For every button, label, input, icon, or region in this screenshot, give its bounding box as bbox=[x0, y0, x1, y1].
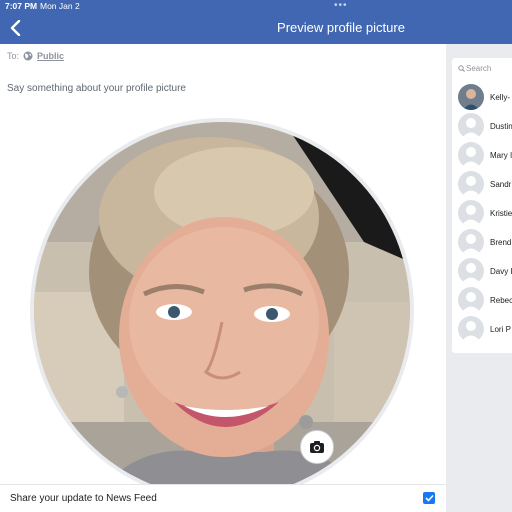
compose-pane: To: Public Say something about your prof… bbox=[0, 44, 446, 512]
avatar bbox=[458, 258, 484, 284]
contacts-panel: Search Kelly- Dustin Mary I Sandr Kristi… bbox=[452, 58, 512, 353]
avatar bbox=[458, 142, 484, 168]
contact-name: Mary I bbox=[490, 150, 512, 160]
audience-value[interactable]: Public bbox=[37, 51, 64, 61]
avatar bbox=[458, 229, 484, 255]
top-bar: 7:07 PM Mon Jan 2 ••• Preview profile pi… bbox=[0, 0, 512, 44]
profile-picture bbox=[34, 122, 410, 498]
page-title: Preview profile picture bbox=[277, 20, 405, 35]
contact-name: Kelly- bbox=[490, 92, 511, 102]
status-date: Mon Jan 2 bbox=[40, 1, 80, 11]
profile-picture-frame bbox=[30, 118, 414, 502]
globe-icon bbox=[23, 51, 33, 61]
avatar bbox=[458, 200, 484, 226]
contact-item[interactable]: Sandr bbox=[458, 171, 512, 197]
contact-name: Rebec bbox=[490, 295, 512, 305]
contacts-sidebar: Search Kelly- Dustin Mary I Sandr Kristi… bbox=[446, 44, 512, 512]
contact-item[interactable]: Brend bbox=[458, 229, 512, 255]
contact-item[interactable]: Davy I bbox=[458, 258, 512, 284]
contact-name: Davy I bbox=[490, 266, 512, 276]
status-time: 7:07 PM bbox=[5, 1, 38, 11]
contact-name: Kristie bbox=[490, 208, 512, 218]
contact-item[interactable]: Mary I bbox=[458, 142, 512, 168]
contact-item[interactable]: Dustin bbox=[458, 113, 512, 139]
contact-item[interactable]: Kelly- bbox=[458, 84, 512, 110]
share-to-news-feed-row[interactable]: Share your update to News Feed bbox=[0, 484, 446, 512]
contact-name: Dustin bbox=[490, 121, 512, 131]
back-button[interactable] bbox=[6, 18, 26, 38]
avatar bbox=[458, 84, 484, 110]
contact-item[interactable]: Kristie bbox=[458, 200, 512, 226]
camera-icon bbox=[310, 441, 324, 453]
search-placeholder: Search bbox=[466, 64, 492, 73]
change-photo-button[interactable] bbox=[300, 430, 334, 464]
share-checkbox[interactable] bbox=[423, 492, 435, 504]
chevron-left-icon bbox=[10, 20, 21, 36]
audience-prefix: To: bbox=[7, 51, 20, 61]
avatar bbox=[458, 316, 484, 342]
contact-item[interactable]: Rebec bbox=[458, 287, 512, 313]
contact-name: Lori P bbox=[490, 324, 511, 334]
contact-item[interactable]: Lori P bbox=[458, 316, 512, 342]
contact-name: Brend bbox=[490, 237, 512, 247]
avatar bbox=[458, 287, 484, 313]
caption-input[interactable]: Say something about your profile picture bbox=[7, 83, 186, 94]
contacts-search[interactable]: Search bbox=[458, 64, 491, 73]
multitask-dots[interactable]: ••• bbox=[334, 0, 348, 11]
checkmark-icon bbox=[424, 494, 434, 502]
share-label: Share your update to News Feed bbox=[10, 493, 157, 504]
avatar bbox=[458, 113, 484, 139]
avatar bbox=[458, 171, 484, 197]
audience-selector[interactable]: To: Public bbox=[7, 51, 64, 61]
search-icon bbox=[458, 65, 465, 72]
contact-name: Sandr bbox=[490, 179, 512, 189]
